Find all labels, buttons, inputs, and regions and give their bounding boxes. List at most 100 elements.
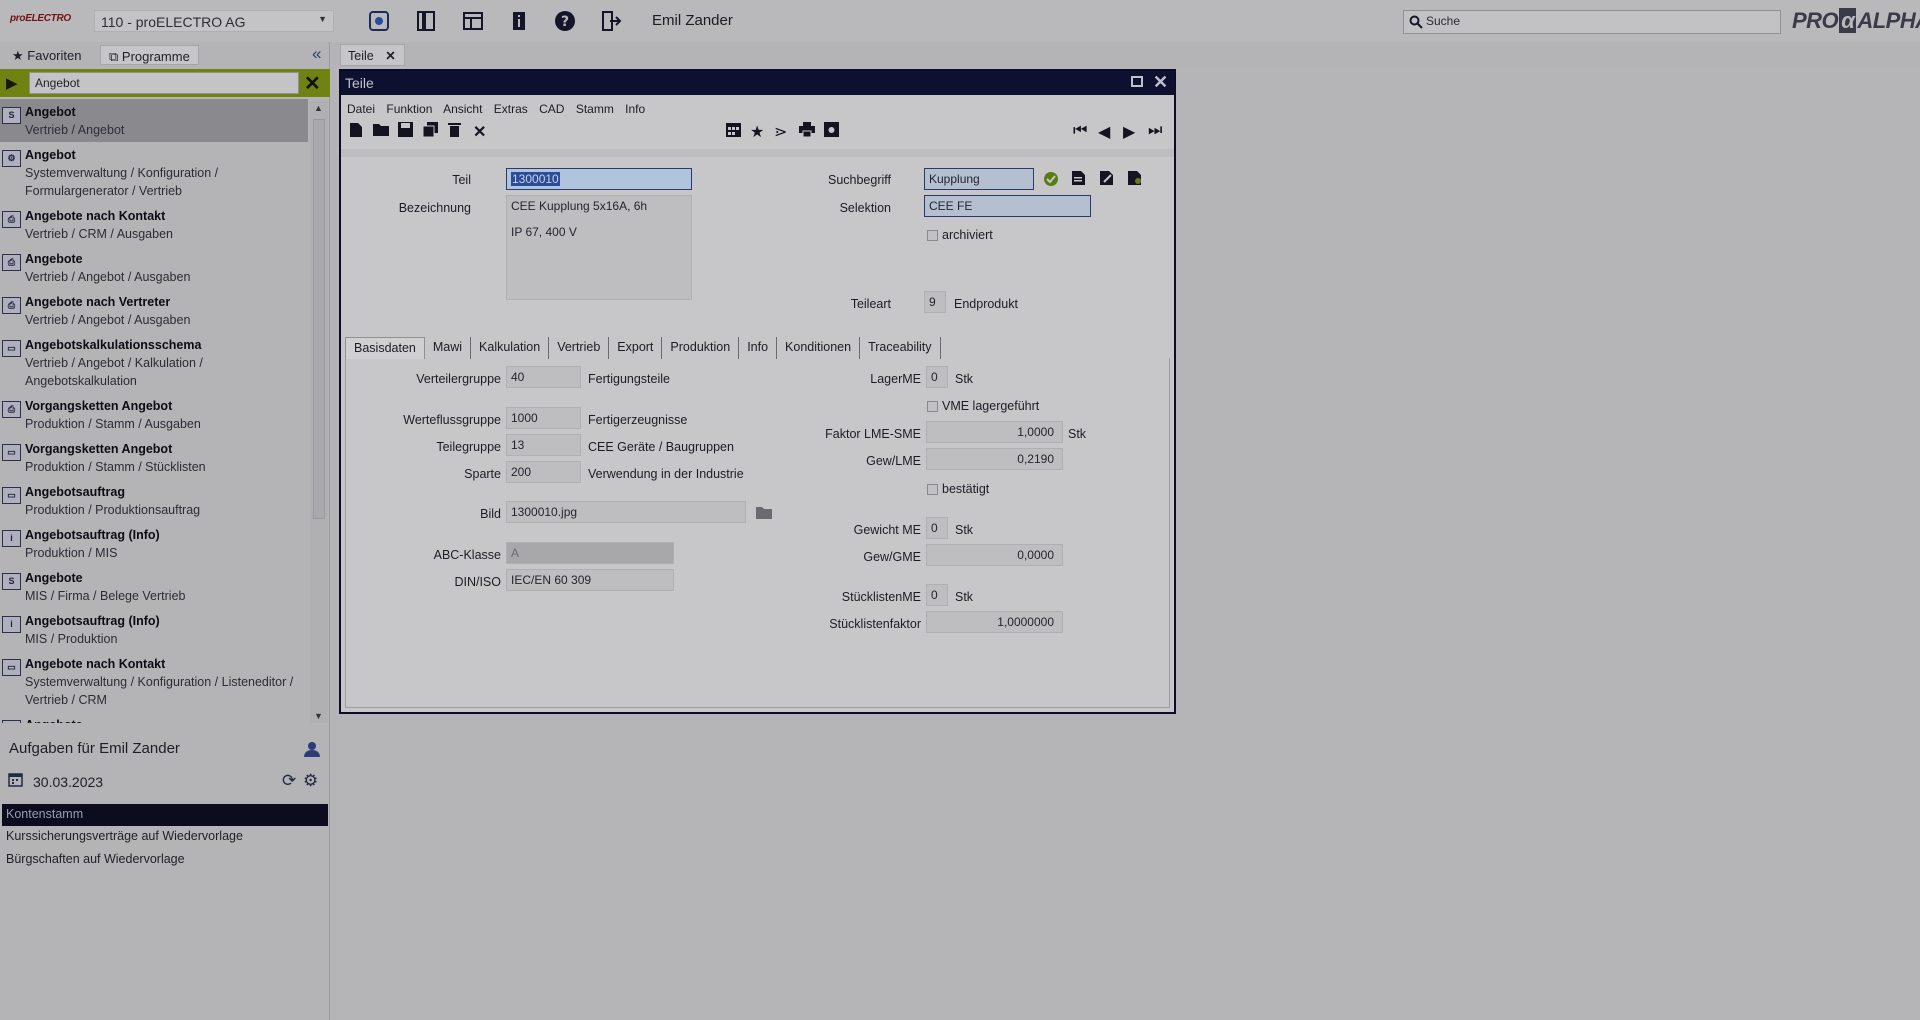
bild-input[interactable]: 1300010.jpg [506,501,746,523]
werteflussgruppe-input[interactable]: 1000 [506,407,581,429]
menu-ansicht[interactable]: Ansicht [443,102,482,116]
sparte-input[interactable]: 200 [506,461,581,483]
tab-kalkulation[interactable]: Kalkulation [471,337,550,359]
open-folder-icon[interactable] [373,122,389,136]
menu-datei[interactable]: Datei [347,102,375,116]
din-iso-input[interactable]: IEC/EN 60 309 [506,569,674,591]
user-icon[interactable] [304,741,320,757]
lagerme-input[interactable]: 0 [926,366,948,388]
list-item[interactable]: ⎙ Vorgangsketten Angebot Produktion / Stam… [0,393,308,436]
help-icon[interactable]: ? [552,8,578,34]
task-item[interactable]: Kontenstamm [2,804,328,826]
gewicht-me-input[interactable]: 0 [926,517,948,539]
tab-traceability[interactable]: Traceability [860,337,941,359]
list-item[interactable]: ▭AngeboteSystemverwaltung / Konfiguratio… [0,712,308,723]
verteilergruppe-input[interactable]: 40 [506,366,581,388]
play-icon[interactable]: ▶ [6,74,18,92]
list-item[interactable]: ⎙ Angebote Vertrieb / Angebot / Ausgaben [0,246,308,289]
tab-produktion[interactable]: Produktion [662,337,740,359]
stuecklisten-me-input[interactable]: 0 [926,584,948,606]
edit-document-icon[interactable] [1099,170,1115,186]
teileart-code[interactable]: 9 [924,291,946,313]
calendar-icon[interactable] [8,772,23,787]
save-icon[interactable] [398,122,413,137]
delete-icon[interactable] [448,122,461,137]
window-titlebar[interactable]: Teile ✕ [341,71,1174,95]
print-icon[interactable] [799,122,815,137]
copy-icon[interactable] [423,122,438,137]
client-selector[interactable]: 110 - proELECTRO AG ▼ [94,10,334,32]
gew-lme-input[interactable]: 0,2190 [926,448,1063,470]
cancel-icon[interactable]: ✕ [473,122,486,142]
first-record-icon[interactable]: ⏮ [1073,122,1087,140]
list-item[interactable]: S Angebot Vertrieb / Angebot [0,99,308,142]
gear-icon[interactable]: ⚙ [303,771,318,791]
tab-export[interactable]: Export [609,337,663,359]
list-item[interactable]: ▭ Angebote nach Kontakt Systemverwaltung /… [0,651,308,712]
menu-cad[interactable]: CAD [539,102,564,116]
list-item[interactable]: S Angebote MIS / Firma / Belege Vertrieb [0,565,308,608]
list-item[interactable]: ⎙ Angebote nach Kontakt Vertrieb / CRM / A… [0,203,308,246]
tab-mawi[interactable]: Mawi [425,337,472,359]
tab-favorites[interactable]: ★ Favoriten [4,45,89,65]
last-record-icon[interactable]: ⏭ [1148,122,1162,140]
forward-icon[interactable]: ⋗ [774,122,787,142]
search-input[interactable]: Suche [1403,10,1781,34]
task-item[interactable]: Kurssicherungsverträge auf Wiedervorlage [2,826,328,848]
document-list-icon[interactable] [1071,170,1086,186]
menu-stamm[interactable]: Stamm [576,102,614,116]
scroll-up-icon[interactable]: ▲ [314,103,323,113]
tab-programs[interactable]: ⧉ Programme [100,45,199,65]
list-item[interactable]: ▭ Angebotsauftrag Produktion / Produktions… [0,479,308,522]
archiviert-checkbox[interactable] [927,230,938,241]
clear-filter-icon[interactable]: ✕ [304,71,321,96]
list-item[interactable]: ⎙ Angebote nach Vertreter Vertrieb / Angeb… [0,289,308,332]
scrollbar-thumb[interactable] [313,119,325,519]
list-item[interactable]: i Angebotsauftrag (Info) MIS / Produktion [0,608,308,651]
bezeichnung-textarea[interactable]: CEE Kupplung 5x16A, 6h IP 67, 400 V [506,195,692,300]
faktor-lme-sme-input[interactable]: 1,0000 [926,421,1063,443]
document-tab-teile[interactable]: Teile ✕ [340,44,405,66]
bestaetigt-checkbox[interactable] [927,484,938,495]
teilegruppe-input[interactable]: 13 [506,434,581,456]
close-icon[interactable]: ✕ [1153,72,1168,93]
refresh-icon[interactable]: ⟳ [282,771,296,791]
maximize-icon[interactable] [1131,76,1143,87]
browse-folder-icon[interactable] [756,505,772,519]
next-record-icon[interactable]: ▶ [1123,122,1135,142]
results-scrollbar[interactable]: ▲ ▼ [310,101,328,723]
tab-vertrieb[interactable]: Vertrieb [549,337,610,359]
stuecklistenfaktor-input[interactable]: 1,0000000 [926,611,1063,633]
close-tab-icon[interactable]: ✕ [385,49,395,63]
menu-funktion[interactable]: Funktion [386,102,432,116]
favorite-star-icon[interactable]: ★ [750,122,764,142]
gew-gme-input[interactable]: 0,0000 [926,544,1063,566]
tab-konditionen[interactable]: Konditionen [777,337,861,359]
tab-info[interactable]: Info [739,337,778,359]
new-document-icon[interactable] [349,122,363,138]
list-item[interactable]: ▭ Angebotskalkulationsschema Vertrieb / An… [0,332,308,393]
suchbegriff-input[interactable]: Kupplung [924,168,1034,190]
task-item[interactable]: Bürgschaften auf Wiedervorlage [2,849,328,871]
logout-icon[interactable] [598,8,624,34]
panel-layout-icon[interactable] [413,8,439,34]
archive-icon[interactable] [824,122,839,137]
window-layout-icon[interactable] [460,8,486,34]
calendar-icon[interactable] [726,122,741,137]
list-item[interactable]: i Angebotsauftrag (Info) Produktion / MIS [0,522,308,565]
vme-lagergefuehrt-checkbox[interactable] [927,401,938,412]
collapse-panel-icon[interactable]: « [312,44,321,64]
teil-input[interactable]: 1300010 [506,168,692,190]
previous-record-icon[interactable]: ◀ [1098,122,1110,142]
document-settings-icon[interactable] [1127,170,1143,186]
tab-basisdaten[interactable]: Basisdaten [345,337,425,359]
check-ok-icon[interactable] [1043,171,1059,187]
list-item[interactable]: ▭ Vorgangsketten Angebot Produktion / Stam… [0,436,308,479]
selektion-input[interactable]: CEE FE [924,195,1091,217]
menu-extras[interactable]: Extras [494,102,528,116]
scroll-down-icon[interactable]: ▼ [314,711,323,721]
list-item[interactable]: ⚙ Angebot Systemverwaltung / Konfiguration… [0,142,308,203]
workflow-icon[interactable] [366,8,392,34]
info-icon[interactable] [506,8,532,34]
menu-info[interactable]: Info [625,102,645,116]
